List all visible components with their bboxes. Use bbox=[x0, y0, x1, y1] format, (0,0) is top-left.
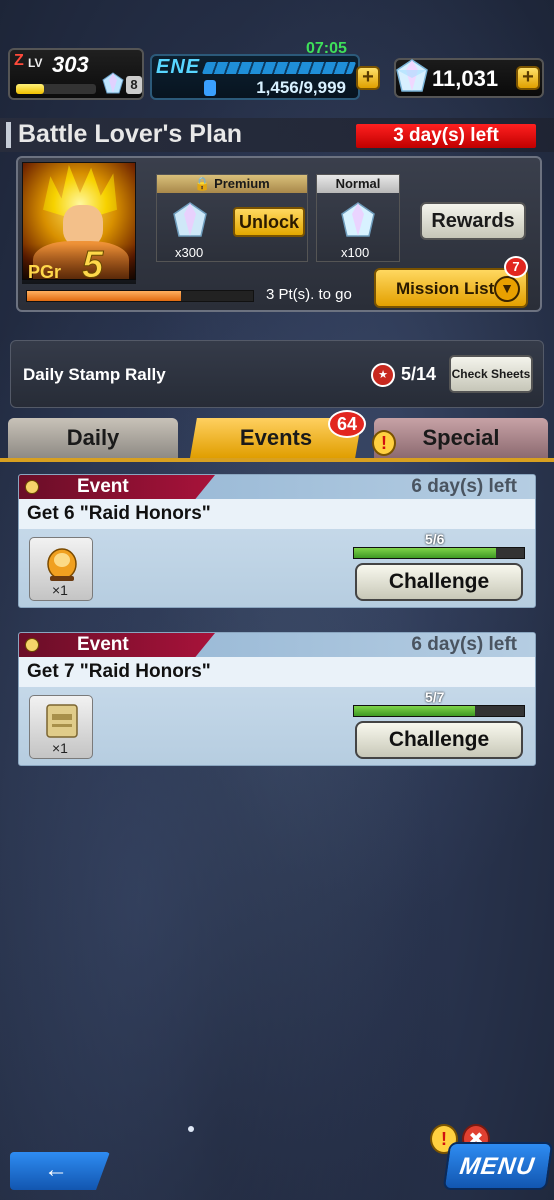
chrono-crystal-icon bbox=[396, 59, 428, 92]
event-tag: Event bbox=[19, 633, 215, 657]
premium-qty: x300 bbox=[175, 245, 204, 260]
normal-label: Normal bbox=[317, 175, 399, 193]
challenge-button[interactable]: Challenge bbox=[355, 721, 523, 759]
energy-panel: 07:05 ENE 1,456/9,999 bbox=[150, 40, 360, 100]
plan-title: Battle Lover's Plan bbox=[18, 120, 243, 148]
gem-icon bbox=[102, 72, 124, 94]
plan-header: Battle Lover's Plan 3 day(s) left bbox=[0, 118, 554, 152]
plan-progress-text: 3 Pt(s). to go bbox=[266, 286, 352, 303]
alert-icon: ! bbox=[372, 430, 396, 456]
mission-title: Get 7 "Raid Honors" bbox=[27, 661, 211, 682]
event-tag-label: Event bbox=[77, 634, 129, 655]
plan-progress-bar bbox=[26, 290, 254, 302]
mission-days-left: 6 day(s) left bbox=[411, 476, 517, 497]
menu-label: MENU bbox=[458, 1153, 537, 1180]
premium-label: Premium bbox=[214, 176, 270, 191]
medal-icon bbox=[25, 480, 39, 494]
premium-header: 🔒 Premium bbox=[157, 175, 307, 193]
mission-list-label: Mission List bbox=[396, 279, 495, 298]
rewards-button[interactable]: Rewards bbox=[420, 202, 526, 240]
normal-qty: x100 bbox=[341, 245, 370, 260]
mission-title: Get 6 "Raid Honors" bbox=[27, 503, 211, 524]
back-arrow-icon: ← bbox=[44, 1156, 68, 1183]
lock-icon: 8 bbox=[126, 76, 142, 94]
unlock-button[interactable]: Unlock bbox=[233, 207, 305, 237]
header-accent bbox=[6, 122, 11, 148]
mission-progress-fill bbox=[354, 706, 476, 716]
plan-days-left: 3 day(s) left bbox=[356, 124, 536, 148]
mission-days-left: 6 day(s) left bbox=[411, 634, 517, 655]
mission-progress-bar bbox=[353, 705, 525, 717]
mission-progress-text: 5/7 bbox=[425, 689, 445, 705]
event-tag-label: Event bbox=[77, 476, 129, 497]
pgr-label: PGr bbox=[28, 262, 62, 282]
energy-value: 1,456/9,999 bbox=[256, 78, 346, 97]
normal-tier: Normal x100 bbox=[316, 174, 400, 262]
mission-list-button[interactable]: Mission List ▼ bbox=[374, 268, 528, 308]
mission-card: Event 6 day(s) left Get 6 "Raid Honors" … bbox=[18, 474, 536, 608]
level-badge: Z bbox=[14, 52, 24, 69]
mission-progress-fill bbox=[354, 548, 496, 558]
crystal-reward-icon bbox=[173, 202, 207, 237]
energy-bar bbox=[201, 62, 357, 74]
top-hud: Z LV 303 8 07:05 ENE 1,456/9,999 + 11,03… bbox=[0, 40, 554, 110]
mission-list-badge: 7 bbox=[504, 256, 528, 278]
stamp-rally-title: Daily Stamp Rally bbox=[23, 365, 166, 384]
mission-progress-text: 5/6 bbox=[425, 531, 445, 547]
ticket-icon bbox=[46, 704, 78, 738]
stamp-count: 5/14 bbox=[401, 364, 437, 384]
reward-slot[interactable]: ×1 bbox=[29, 695, 93, 759]
exp-bar bbox=[16, 84, 96, 94]
energy-timer: 07:05 bbox=[306, 40, 347, 57]
back-button[interactable]: ← bbox=[10, 1152, 110, 1190]
medal-icon bbox=[25, 638, 39, 652]
premium-tier: 🔒 Premium x300 Unlock bbox=[156, 174, 308, 262]
energy-bottle-icon bbox=[204, 80, 216, 96]
crystal-reward-icon bbox=[341, 202, 375, 237]
lock-icon: 🔒 bbox=[194, 176, 215, 191]
tab-daily[interactable]: Daily bbox=[8, 418, 178, 458]
stamp-rally-bar: Daily Stamp Rally ★ 5/14 Check Sheets bbox=[10, 340, 544, 408]
reward-slot[interactable]: ×1 bbox=[29, 537, 93, 601]
level-panel[interactable]: Z LV 303 8 bbox=[8, 48, 144, 100]
crystal-count: 11,031 bbox=[432, 66, 499, 91]
chevron-down-icon: ▼ bbox=[494, 276, 520, 302]
event-tag: Event bbox=[19, 475, 215, 499]
mission-tabs: Daily Events Special ! bbox=[0, 418, 554, 460]
events-tab-badge: 64 bbox=[328, 410, 366, 438]
pgr-value: 5 bbox=[81, 244, 104, 287]
check-sheets-button[interactable]: Check Sheets bbox=[449, 355, 533, 393]
level-prefix: LV bbox=[28, 56, 43, 70]
plan-progress-fill bbox=[27, 291, 181, 301]
mission-card: Event 6 day(s) left Get 7 "Raid Honors" … bbox=[18, 632, 536, 766]
reward-qty: ×1 bbox=[52, 740, 68, 756]
capsule-icon bbox=[47, 548, 77, 581]
tab-special[interactable]: Special bbox=[374, 418, 548, 458]
challenge-button[interactable]: Challenge bbox=[355, 563, 523, 601]
scroll-indicator bbox=[188, 1126, 194, 1132]
level-value: 303 bbox=[52, 52, 89, 77]
pgr-level: PGr 5 bbox=[22, 244, 136, 287]
reward-qty: ×1 bbox=[52, 582, 68, 598]
menu-button[interactable]: MENU bbox=[442, 1142, 554, 1190]
mission-progress-bar bbox=[353, 547, 525, 559]
stamp-icon: ★ bbox=[371, 363, 395, 387]
plan-panel: PGr 5 🔒 Premium x300 Unlock Normal x100 … bbox=[16, 156, 542, 312]
energy-label: ENE bbox=[156, 56, 201, 78]
add-energy-button[interactable]: + bbox=[356, 66, 380, 90]
buy-crystals-button[interactable]: + bbox=[516, 66, 540, 90]
tab-underline bbox=[0, 458, 554, 462]
